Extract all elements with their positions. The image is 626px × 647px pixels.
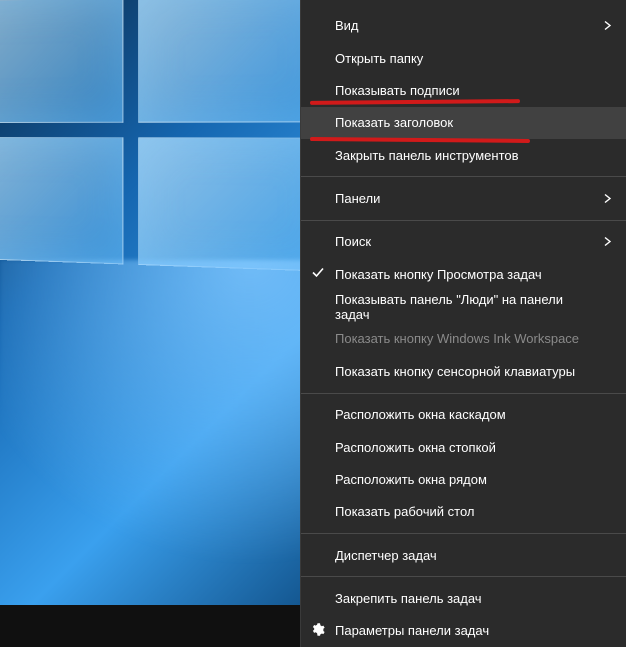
check-icon (311, 266, 325, 283)
chevron-right-icon (604, 191, 612, 206)
menu-item-label: Расположить окна каскадом (335, 407, 506, 422)
menu-item-open-folder[interactable]: Открыть папку (301, 42, 626, 74)
menu-item-view[interactable]: Вид (301, 10, 626, 42)
menu-separator (301, 176, 626, 177)
menu-item-people-bar[interactable]: Показывать панель "Люди" на панели задач (301, 290, 626, 322)
menu-separator (301, 576, 626, 577)
menu-item-ink-workspace: Показать кнопку Windows Ink Workspace (301, 323, 626, 355)
menu-separator (301, 393, 626, 394)
taskbar-context-menu: Вид Открыть папку Показывать подписи Показа… (300, 0, 626, 647)
menu-item-label: Показать кнопку Windows Ink Workspace (335, 331, 579, 346)
menu-item-lock-taskbar[interactable]: Закрепить панель задач (301, 582, 626, 614)
menu-item-taskbar-settings[interactable]: Параметры панели задач (301, 615, 626, 647)
menu-item-label: Панели (335, 191, 380, 206)
menu-item-stack[interactable]: Расположить окна стопкой (301, 431, 626, 463)
menu-item-search[interactable]: Поиск (301, 226, 626, 258)
menu-item-toolbars[interactable]: Панели (301, 182, 626, 214)
menu-item-side-by-side[interactable]: Расположить окна рядом (301, 463, 626, 495)
menu-item-label: Закрепить панель задач (335, 591, 482, 606)
menu-item-label: Расположить окна рядом (335, 472, 487, 487)
menu-item-task-manager[interactable]: Диспетчер задач (301, 539, 626, 571)
menu-item-task-view-btn[interactable]: Показать кнопку Просмотра задач (301, 258, 626, 290)
menu-separator (301, 220, 626, 221)
menu-item-label: Расположить окна стопкой (335, 440, 496, 455)
menu-item-close-toolbar[interactable]: Закрыть панель инструментов (301, 139, 626, 171)
menu-item-label: Показать кнопку сенсорной клавиатуры (335, 364, 575, 379)
gear-icon (310, 622, 325, 640)
menu-item-show-captions[interactable]: Показывать подписи (301, 74, 626, 106)
menu-separator (301, 533, 626, 534)
menu-item-label: Показать заголовок (335, 115, 453, 130)
menu-item-touch-keyboard[interactable]: Показать кнопку сенсорной клавиатуры (301, 355, 626, 387)
chevron-right-icon (604, 234, 612, 249)
menu-item-cascade[interactable]: Расположить окна каскадом (301, 399, 626, 431)
menu-item-label: Поиск (335, 234, 371, 249)
menu-item-label: Показывать панель "Люди" на панели задач (335, 292, 596, 322)
menu-item-label: Параметры панели задач (335, 623, 489, 638)
windows-logo (0, 0, 328, 272)
menu-item-show-title[interactable]: Показать заголовок (301, 107, 626, 139)
menu-item-label: Открыть папку (335, 51, 423, 66)
chevron-right-icon (604, 18, 612, 33)
menu-item-label: Показывать подписи (335, 83, 460, 98)
menu-item-label: Закрыть панель инструментов (335, 148, 519, 163)
menu-item-label: Показать кнопку Просмотра задач (335, 267, 542, 282)
menu-item-label: Вид (335, 18, 359, 33)
menu-item-label: Показать рабочий стол (335, 504, 474, 519)
menu-item-label: Диспетчер задач (335, 548, 437, 563)
menu-item-show-desktop[interactable]: Показать рабочий стол (301, 496, 626, 528)
